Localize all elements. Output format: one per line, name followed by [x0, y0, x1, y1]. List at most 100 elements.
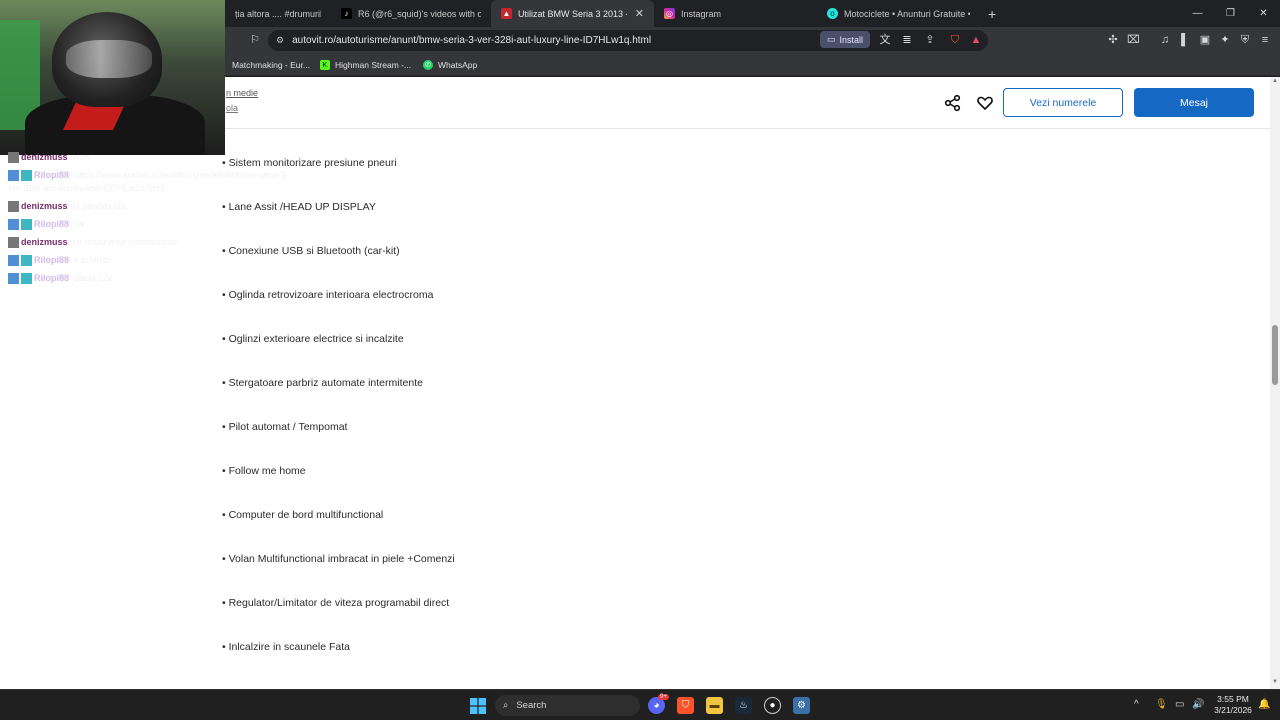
tab-twitch[interactable]: ția altora .... #drumuriburu — [225, 0, 331, 27]
start-icon[interactable] — [469, 697, 486, 714]
chat-text: la ganoilu ala — [72, 201, 126, 211]
steam-icon[interactable]: ♨ — [735, 697, 752, 714]
tab-title: Utilizat BMW Seria 3 2013 - 12 0 — [518, 8, 627, 19]
volume-icon[interactable]: 🔊 — [1192, 699, 1204, 710]
list-item: • Conexiune USB si Bluetooth (car-kit) — [222, 245, 400, 257]
show-phone-button[interactable]: Vezi numerele — [1003, 88, 1123, 117]
network-icon[interactable]: ▭ — [1175, 699, 1184, 710]
list-item: • Stergatoare parbriz automate intermite… — [222, 377, 423, 389]
share-icon[interactable] — [944, 94, 962, 112]
system-clock[interactable]: 3:55 PM 3/21/2026 — [1212, 694, 1254, 716]
minimize-icon[interactable]: — — [1181, 0, 1214, 27]
new-tab-button[interactable]: + — [980, 6, 1004, 22]
chat-text: ce masina de homosexual — [72, 237, 178, 247]
chat-text: il schimbi — [74, 255, 112, 265]
obs-icon[interactable]: ● — [764, 697, 781, 714]
close-window-icon[interactable]: ✕ — [1247, 0, 1280, 27]
bookmark-matchmaking[interactable]: Matchmaking - Eur... — [232, 58, 310, 72]
bookmark-label: WhatsApp — [438, 60, 478, 70]
taskbar-search[interactable]: ⌕ Search — [495, 695, 640, 716]
bookmark-icon[interactable]: ⚐ — [249, 34, 261, 46]
user-badge — [21, 170, 32, 182]
kick-icon: K — [320, 60, 330, 70]
scroll-down-icon[interactable]: ▼ — [1272, 679, 1278, 685]
tab-olx[interactable]: o Motociclete • Anunturi Gratuite • OL — [817, 0, 980, 27]
translate-icon[interactable]: 文 — [879, 34, 891, 46]
window-controls: — ❐ ✕ — [1181, 0, 1280, 27]
user-avatar — [8, 201, 19, 213]
chat-text: https://www.autovit.ro/autoturisme/anunt… — [74, 170, 290, 180]
list-item: • Oglinda retrovizoare interioara electr… — [222, 289, 434, 301]
chat-text: da — [74, 219, 85, 229]
heart-icon[interactable] — [976, 94, 994, 112]
user-badge — [8, 273, 19, 285]
close-icon[interactable]: ✕ — [635, 7, 644, 20]
install-icon: ▭ — [827, 34, 836, 44]
tab-tiktok[interactable]: ♪ R6 (@r6_squid)'s videos with original — [331, 0, 491, 27]
menu-icon[interactable]: ≡ — [1259, 34, 1271, 46]
settings-icon[interactable]: ⚙ — [793, 697, 810, 714]
chat-username: denizmuss — [21, 237, 68, 247]
brave-browser-icon[interactable]: ⛉ — [677, 697, 694, 714]
chat-username: denizmuss — [21, 201, 68, 211]
user-badge — [8, 170, 19, 182]
tab-title: ția altora .... #drumuriburu — [235, 8, 321, 19]
extensions-icon[interactable]: ✣ — [1107, 34, 1119, 46]
tab-autovit[interactable]: ▲ Utilizat BMW Seria 3 2013 - 12 0 ✕ — [491, 0, 654, 27]
autovit-icon: ▲ — [501, 8, 512, 19]
tab-title: R6 (@r6_squid)'s videos with original — [358, 8, 481, 19]
notification-badge: 9+ — [658, 694, 669, 700]
leo-ai-icon[interactable]: ✦ — [1219, 34, 1231, 46]
user-avatar — [8, 237, 19, 249]
list-item: • Computer de bord multifunctional — [222, 509, 384, 521]
tab-title: Instagram — [681, 8, 722, 19]
bookmark-highman[interactable]: K Highman Stream -... — [320, 58, 411, 72]
notifications-icon[interactable]: 🔔 — [1258, 699, 1270, 710]
user-avatar — [8, 152, 19, 164]
screenshot-icon[interactable]: ⌧ — [1127, 34, 1140, 46]
share-page-icon[interactable]: ⇪ — [924, 34, 936, 46]
list-item: • Sistem monitorizare presiune pneuri — [222, 157, 397, 169]
site-info-icon[interactable]: ⚙ — [276, 35, 284, 46]
install-button[interactable]: ▭ Install — [820, 31, 871, 48]
scroll-thumb[interactable] — [1272, 325, 1278, 385]
scroll-up-icon[interactable]: ▲ — [1272, 78, 1278, 84]
tab-title: Motociclete • Anunturi Gratuite • OL — [844, 8, 970, 19]
chat-username: Rilopi88 — [34, 255, 70, 265]
install-label: Install — [839, 34, 864, 45]
chat-message: denizmuss: wow — [8, 152, 91, 164]
reader-mode-icon[interactable]: ≣ — [901, 34, 913, 46]
brave-shields-icon[interactable]: ⛉ — [949, 34, 961, 46]
webcam-overlay — [0, 0, 225, 155]
user-badge — [8, 219, 19, 231]
list-item: • Pilot automat / Tempomat — [222, 421, 348, 433]
media-icon[interactable]: ♫ — [1159, 34, 1171, 46]
clock-time: 3:55 PM — [1217, 694, 1249, 704]
sidebar-icon[interactable]: ▌ — [1179, 34, 1191, 46]
chevron-up-icon[interactable]: ^ — [1134, 699, 1139, 710]
header-link-secondary[interactable]: ola — [226, 103, 238, 113]
vpn-icon[interactable]: ⛨ — [1239, 34, 1251, 46]
clock-date: 3/21/2026 — [1214, 705, 1252, 715]
chat-text: ver-328i-aut-luxury-line-ID7HLw1q.html — [8, 183, 165, 193]
brave-rewards-icon[interactable]: ▲ — [970, 34, 982, 46]
search-icon: ⌕ — [503, 700, 509, 711]
list-item: • Volan Multifunctional imbracat in piel… — [222, 553, 455, 565]
header-link[interactable]: n medie — [226, 88, 258, 98]
instagram-icon: ◎ — [664, 8, 675, 19]
restore-icon[interactable]: ❐ — [1214, 0, 1247, 27]
bookmark-whatsapp[interactable]: ✆ WhatsApp — [423, 58, 477, 72]
chat-message: Rilopi88: dacia 12k — [8, 273, 113, 285]
chat-username: Rilopi88 — [34, 170, 70, 180]
page-scrollbar[interactable]: ▲ ▼ — [1270, 77, 1280, 689]
user-badge — [21, 255, 32, 267]
list-item: • Lane Assit /HEAD UP DISPLAY — [222, 201, 376, 213]
list-item: • Inlcalzire in scaunele Fata — [222, 641, 350, 653]
microphone-icon[interactable]: 🎙 — [1155, 699, 1168, 710]
wallet-icon[interactable]: ▣ — [1199, 34, 1211, 46]
file-explorer-icon[interactable]: ▬ — [706, 697, 723, 714]
bookmark-label: Matchmaking - Eur... — [232, 60, 310, 70]
message-button[interactable]: Mesaj — [1134, 88, 1254, 117]
tab-instagram[interactable]: ◎ Instagram — [654, 0, 817, 27]
list-item: • Follow me home — [222, 465, 306, 477]
